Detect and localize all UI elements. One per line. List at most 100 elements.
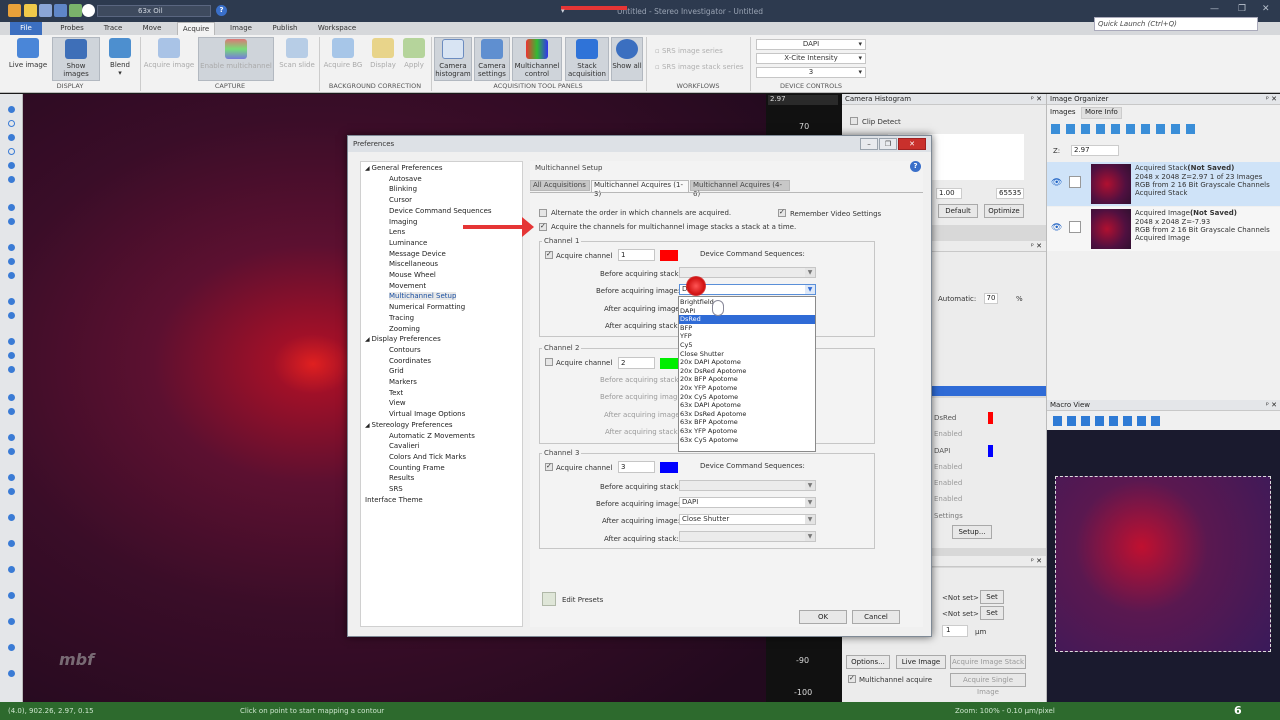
channel-1-number[interactable]: 1 bbox=[618, 249, 655, 261]
dropdown-option[interactable]: DsRed bbox=[679, 315, 815, 324]
show-all-button[interactable]: Show all bbox=[611, 37, 643, 81]
tree-item[interactable]: Colors And Tick Marks bbox=[389, 453, 466, 461]
menu-move[interactable]: Move bbox=[137, 22, 167, 35]
pin-icon[interactable]: ᵖ ✕ bbox=[1266, 400, 1277, 411]
help-icon[interactable]: ? bbox=[216, 5, 227, 16]
pin-icon[interactable]: ᵖ ✕ bbox=[1031, 241, 1042, 252]
tool-icon[interactable] bbox=[8, 176, 15, 183]
tool-icon[interactable] bbox=[8, 618, 15, 625]
tree-item[interactable]: Luminance bbox=[389, 239, 427, 247]
scan-slide-button[interactable]: Scan slide bbox=[277, 37, 317, 81]
dropdown-option[interactable]: YFP bbox=[679, 332, 815, 341]
default-button[interactable]: Default bbox=[938, 204, 978, 218]
tab-images[interactable]: Images bbox=[1050, 108, 1076, 119]
tool-icon[interactable] bbox=[8, 448, 15, 455]
alternate-order-checkbox[interactable] bbox=[539, 209, 547, 217]
edit-presets-link[interactable]: Edit Presets bbox=[562, 596, 603, 604]
cancel-button[interactable]: Cancel bbox=[852, 610, 900, 624]
tree-item[interactable]: ◢ Stereology Preferences bbox=[365, 421, 453, 429]
camera-histogram-button[interactable]: Camera histogram bbox=[434, 37, 472, 81]
dropdown-option[interactable]: Brightfield bbox=[679, 298, 815, 307]
tool-icon[interactable] bbox=[8, 514, 15, 521]
menu-acquire[interactable]: Acquire bbox=[177, 22, 215, 35]
edit-presets-icon[interactable] bbox=[542, 592, 556, 606]
apply-bg-button[interactable]: Apply bbox=[401, 37, 427, 81]
menu-trace[interactable]: Trace bbox=[98, 22, 128, 35]
tab-more-info[interactable]: More Info bbox=[1081, 107, 1122, 119]
save-icon[interactable] bbox=[39, 4, 52, 17]
acquire-single-image-button[interactable]: Acquire Single Image bbox=[950, 673, 1026, 696]
live-image-button[interactable]: Live image bbox=[6, 37, 50, 81]
list-item[interactable]: 👁 Acquired Stack(Not Saved) 2048 x 2048 … bbox=[1047, 162, 1280, 206]
tree-item[interactable]: Imaging bbox=[389, 218, 417, 226]
tree-item[interactable]: Automatic Z Movements bbox=[389, 432, 475, 440]
channel-3-acquire-checkbox[interactable] bbox=[545, 462, 553, 471]
acquire-stack-at-time-checkbox[interactable] bbox=[539, 222, 547, 231]
tool-icon[interactable] bbox=[8, 204, 15, 211]
close-icon[interactable]: ✕ bbox=[898, 138, 926, 150]
tool-icon[interactable] bbox=[8, 338, 15, 345]
organizer-toolbar-icons[interactable] bbox=[1051, 124, 1201, 134]
tree-item[interactable]: Mouse Wheel bbox=[389, 271, 436, 279]
tool-icon[interactable] bbox=[8, 352, 15, 359]
intensity-select[interactable]: 3 ▾ bbox=[756, 67, 866, 78]
show-images-button[interactable]: Show images bbox=[52, 37, 100, 81]
dropdown-option[interactable]: 63x DAPI Apotome bbox=[679, 401, 815, 410]
minimize-icon[interactable]: – bbox=[860, 138, 878, 150]
tool-icon[interactable] bbox=[8, 394, 15, 401]
tree-item[interactable]: Contours bbox=[389, 346, 421, 354]
tool-icon[interactable] bbox=[8, 488, 15, 495]
tree-item[interactable]: Blinking bbox=[389, 185, 417, 193]
tool-icon[interactable] bbox=[8, 312, 15, 319]
set-button[interactable]: Set bbox=[980, 590, 1004, 604]
tree-item[interactable]: Counting Frame bbox=[389, 464, 445, 472]
quick-launch-input[interactable]: Quick Launch (Ctrl+Q) bbox=[1094, 17, 1258, 31]
tool-icon[interactable] bbox=[8, 148, 15, 155]
open-icon[interactable] bbox=[24, 4, 37, 17]
dropdown-option[interactable]: 20x DsRed Apotome bbox=[679, 367, 815, 376]
blend-button[interactable]: Blend ▾ bbox=[104, 37, 136, 81]
tool-icon[interactable] bbox=[8, 134, 15, 141]
remember-video-checkbox[interactable] bbox=[778, 208, 786, 217]
check-icon[interactable] bbox=[1069, 176, 1081, 188]
pin-icon[interactable]: ᵖ ✕ bbox=[1266, 94, 1277, 105]
tree-item[interactable]: Numerical Formatting bbox=[389, 303, 465, 311]
step-size-input[interactable]: 1 bbox=[942, 625, 968, 637]
menu-workspace[interactable]: Workspace bbox=[314, 22, 360, 35]
menu-publish[interactable]: Publish bbox=[266, 22, 304, 35]
tool-icon[interactable] bbox=[8, 540, 15, 547]
tree-item[interactable]: Message Device bbox=[389, 250, 446, 258]
channel-1-color-swatch[interactable] bbox=[660, 250, 678, 261]
channel-3-color-swatch[interactable] bbox=[660, 462, 678, 473]
macro-toolbar-icons[interactable] bbox=[1053, 416, 1163, 426]
tree-item[interactable]: ◢ General Preferences bbox=[365, 164, 443, 172]
menu-file[interactable]: File bbox=[10, 22, 42, 35]
tree-item[interactable]: Markers bbox=[389, 378, 417, 386]
notification-badge[interactable]: 6 bbox=[1234, 702, 1242, 720]
tool-icon[interactable] bbox=[8, 474, 15, 481]
display-bg-button[interactable]: Display bbox=[367, 37, 399, 81]
lens-select[interactable]: 63x Oil ▾ bbox=[97, 5, 627, 17]
camera-settings-button[interactable]: Camera settings bbox=[474, 37, 510, 81]
pin-icon[interactable]: ᵖ ✕ bbox=[1031, 94, 1042, 105]
channel-2-number[interactable]: 2 bbox=[618, 357, 655, 369]
clip-detect-checkbox[interactable] bbox=[850, 117, 858, 125]
channel-3-number[interactable]: 3 bbox=[618, 461, 655, 473]
tree-item[interactable]: Zooming bbox=[389, 325, 420, 333]
minimize-icon[interactable]: — bbox=[1210, 4, 1219, 14]
optimize-button[interactable]: Optimize bbox=[984, 204, 1024, 218]
channel-2-acquire-checkbox[interactable] bbox=[545, 358, 553, 366]
dropdown-option[interactable]: 20x DAPI Apotome bbox=[679, 358, 815, 367]
channel-3-after-image-select[interactable]: Close Shutter ▼ bbox=[679, 514, 816, 525]
tool-icon[interactable] bbox=[8, 258, 15, 265]
channel-2-color-swatch[interactable] bbox=[660, 358, 678, 369]
tree-item[interactable]: Text bbox=[389, 389, 403, 397]
list-item[interactable]: 👁 Acquired Image(Not Saved) 2048 x 2048 … bbox=[1047, 207, 1280, 251]
tree-item[interactable]: Movement bbox=[389, 282, 426, 290]
multichannel-acquire-checkbox[interactable] bbox=[848, 674, 856, 683]
tree-item[interactable]: SRS bbox=[389, 485, 403, 493]
pin-icon[interactable]: ᵖ ✕ bbox=[1031, 556, 1042, 567]
tree-item[interactable]: Cursor bbox=[389, 196, 412, 204]
tab-multichannel-4-6[interactable]: Multichannel Acquires (4-6) bbox=[690, 180, 790, 198]
tree-item[interactable]: ◢ Display Preferences bbox=[365, 335, 441, 343]
